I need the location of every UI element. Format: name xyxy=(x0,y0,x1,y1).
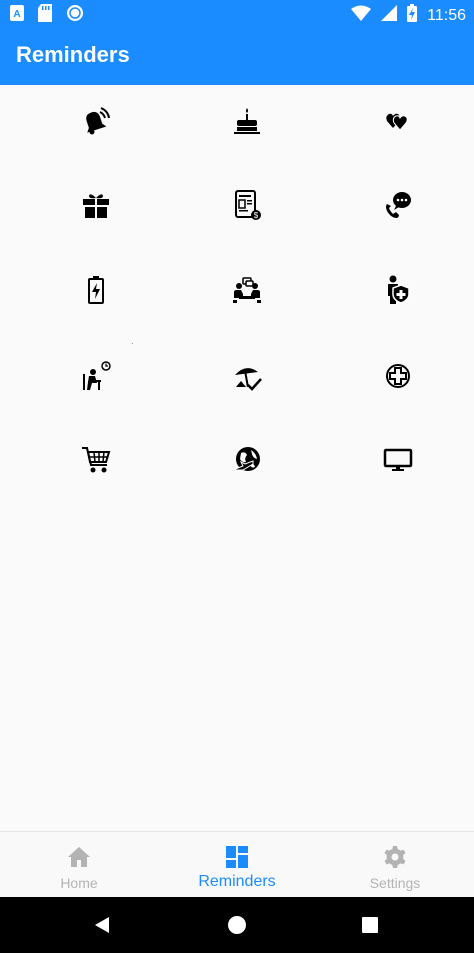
shopping-cart-icon xyxy=(82,447,111,473)
phone-chat-icon xyxy=(386,192,411,218)
system-nav-bar xyxy=(0,897,474,953)
gift-icon xyxy=(83,194,109,218)
gear-icon xyxy=(384,846,406,868)
monitor-icon xyxy=(383,448,413,471)
invoice-bill-icon: $ xyxy=(235,190,261,220)
meeting-icon xyxy=(233,277,261,303)
home-icon xyxy=(68,847,90,867)
insurance-person-icon xyxy=(388,275,410,304)
sd-card-icon xyxy=(38,4,52,27)
back-button[interactable] xyxy=(90,913,114,937)
hearts-icon xyxy=(386,113,408,131)
reminder-item[interactable] xyxy=(378,101,418,141)
reminder-item[interactable] xyxy=(378,270,418,310)
svg-text:A: A xyxy=(13,9,20,20)
tab-home-label: Home xyxy=(60,875,98,891)
signal-icon xyxy=(381,5,398,26)
battery-charging-icon xyxy=(407,4,418,27)
font-a-icon: A xyxy=(10,5,24,26)
reminder-item[interactable] xyxy=(378,185,418,225)
recents-button[interactable] xyxy=(358,913,382,937)
tab-reminders[interactable]: Reminders xyxy=(158,832,316,898)
battery-charge-icon xyxy=(88,276,104,304)
svg-text:$: $ xyxy=(254,211,259,220)
reminder-item[interactable]: $ xyxy=(227,185,267,225)
circle-notification-icon xyxy=(66,4,84,27)
page-title: Reminders xyxy=(16,42,130,67)
reminder-item[interactable] xyxy=(378,356,418,396)
wifi-icon xyxy=(351,5,372,26)
back-triangle-icon xyxy=(95,917,109,933)
stray-dot xyxy=(132,343,133,344)
app-bar: Reminders xyxy=(0,28,474,85)
bell-ringing-icon xyxy=(86,107,110,135)
reminder-item[interactable] xyxy=(76,101,116,141)
reminder-item[interactable] xyxy=(76,270,116,310)
dashboard-icon xyxy=(226,846,248,868)
tab-settings-label: Settings xyxy=(369,875,421,891)
reminder-item[interactable] xyxy=(227,440,267,480)
status-time: 11:56 xyxy=(427,6,466,24)
status-bar: A 11:56 xyxy=(0,0,474,28)
reminder-item[interactable] xyxy=(76,356,116,396)
reminders-grid: $ xyxy=(0,85,474,831)
medical-cross-icon xyxy=(386,364,410,388)
tab-home[interactable]: Home xyxy=(0,832,158,898)
reminder-item[interactable] xyxy=(227,270,267,310)
home-nav-button[interactable] xyxy=(225,913,249,937)
home-circle-icon xyxy=(228,916,246,934)
reminder-item[interactable] xyxy=(76,185,116,225)
tab-reminders-label: Reminders xyxy=(198,873,276,890)
reminder-item[interactable] xyxy=(378,440,418,480)
travel-globe-icon xyxy=(232,447,260,471)
waiting-person-icon xyxy=(83,361,111,390)
reminder-item[interactable] xyxy=(227,101,267,141)
recents-square-icon xyxy=(362,917,378,933)
beach-umbrella-icon xyxy=(235,368,262,391)
reminder-item[interactable] xyxy=(76,440,116,480)
birthday-cake-icon xyxy=(234,108,260,134)
bottom-tab-bar: Home Reminders Settings xyxy=(0,831,474,898)
reminder-item[interactable] xyxy=(227,356,267,396)
tab-settings[interactable]: Settings xyxy=(316,832,474,898)
